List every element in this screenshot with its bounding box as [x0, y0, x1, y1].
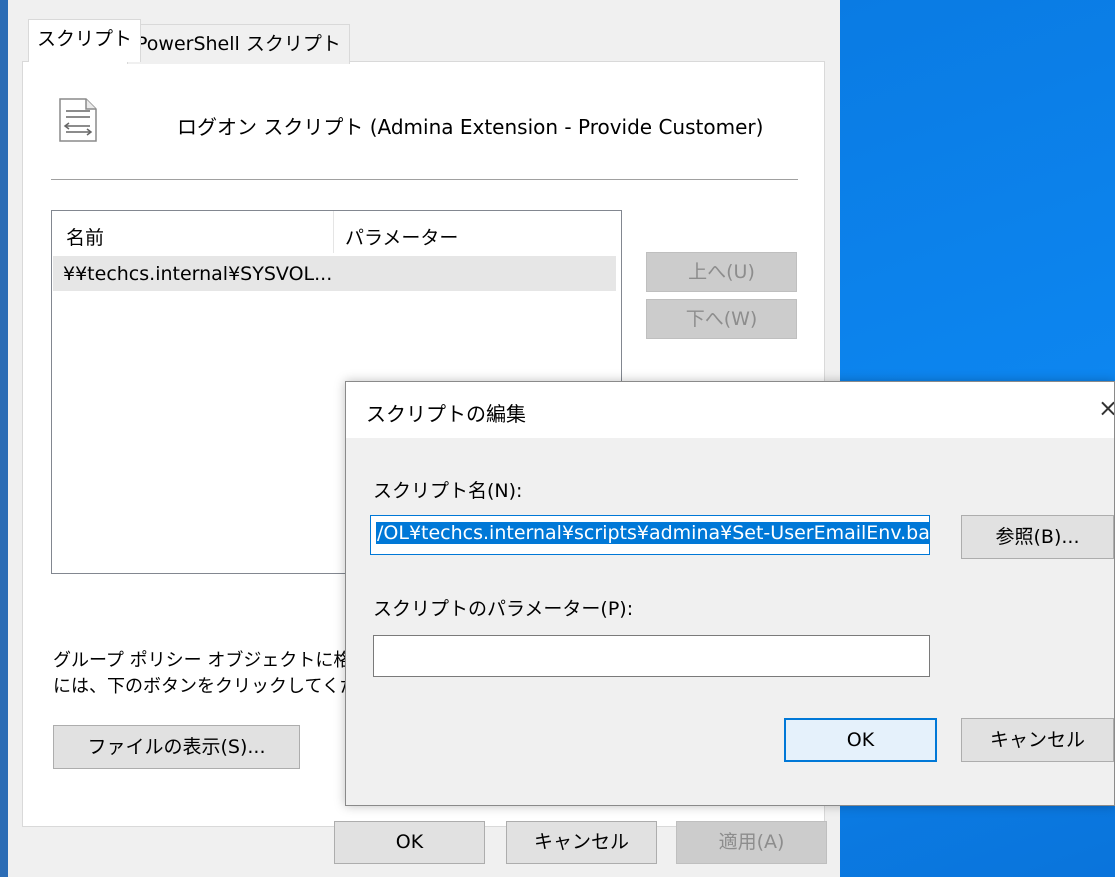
- edit-script-dialog: スクリプトの編集 × スクリプト名(N): /OL¥techcs.interna…: [345, 381, 1115, 806]
- move-up-button[interactable]: 上へ(U): [646, 252, 797, 292]
- info-text-line-1: グループ ポリシー オブジェクトに格納さ: [53, 650, 388, 671]
- separator: [51, 179, 798, 180]
- dialog-ok-button[interactable]: OK: [784, 718, 937, 762]
- window-left-edge: [0, 0, 8, 877]
- tab-scripts[interactable]: スクリプト: [28, 19, 142, 62]
- dialog-titlebar[interactable]: スクリプトの編集 ×: [346, 382, 1114, 438]
- move-down-button[interactable]: 下へ(W): [646, 299, 797, 339]
- column-header-parameters[interactable]: パラメーター: [345, 223, 458, 250]
- script-name-selected-text: /OL¥techcs.internal¥scripts¥admina¥Set-U…: [376, 522, 929, 544]
- list-item[interactable]: ¥¥techcs.internal¥SYSVOL...: [53, 256, 616, 291]
- show-files-button[interactable]: ファイルの表示(S)...: [53, 725, 300, 769]
- info-text-line-2: には、下のボタンをクリックしてくださ: [53, 676, 376, 697]
- dialog-cancel-button[interactable]: キャンセル: [961, 718, 1114, 762]
- script-parameters-input[interactable]: [373, 635, 930, 677]
- list-header: 名前 パラメーター: [52, 211, 621, 256]
- page-title: ログオン スクリプト (Admina Extension - Provide C…: [177, 115, 764, 139]
- dialog-title: スクリプトの編集: [366, 402, 526, 426]
- browse-button[interactable]: 参照(B)...: [961, 515, 1114, 559]
- info-text: グループ ポリシー オブジェクトに格納さ には、下のボタンをクリックしてくださ: [53, 648, 387, 700]
- list-item-name: ¥¥techcs.internal¥SYSVOL...: [63, 263, 333, 285]
- column-divider[interactable]: [333, 211, 334, 253]
- apply-button[interactable]: 適用(A): [676, 821, 827, 864]
- script-file-icon: [59, 98, 97, 142]
- script-parameters-label: スクリプトのパラメーター(P):: [373, 598, 634, 620]
- cancel-button[interactable]: キャンセル: [506, 821, 657, 864]
- script-name-label: スクリプト名(N):: [373, 480, 523, 502]
- column-header-name[interactable]: 名前: [66, 223, 104, 250]
- script-name-input[interactable]: /OL¥techcs.internal¥scripts¥admina¥Set-U…: [370, 515, 930, 555]
- tab-powershell-scripts[interactable]: PowerShell スクリプト: [127, 24, 350, 64]
- close-icon[interactable]: ×: [1098, 394, 1114, 422]
- ok-button[interactable]: OK: [334, 821, 485, 864]
